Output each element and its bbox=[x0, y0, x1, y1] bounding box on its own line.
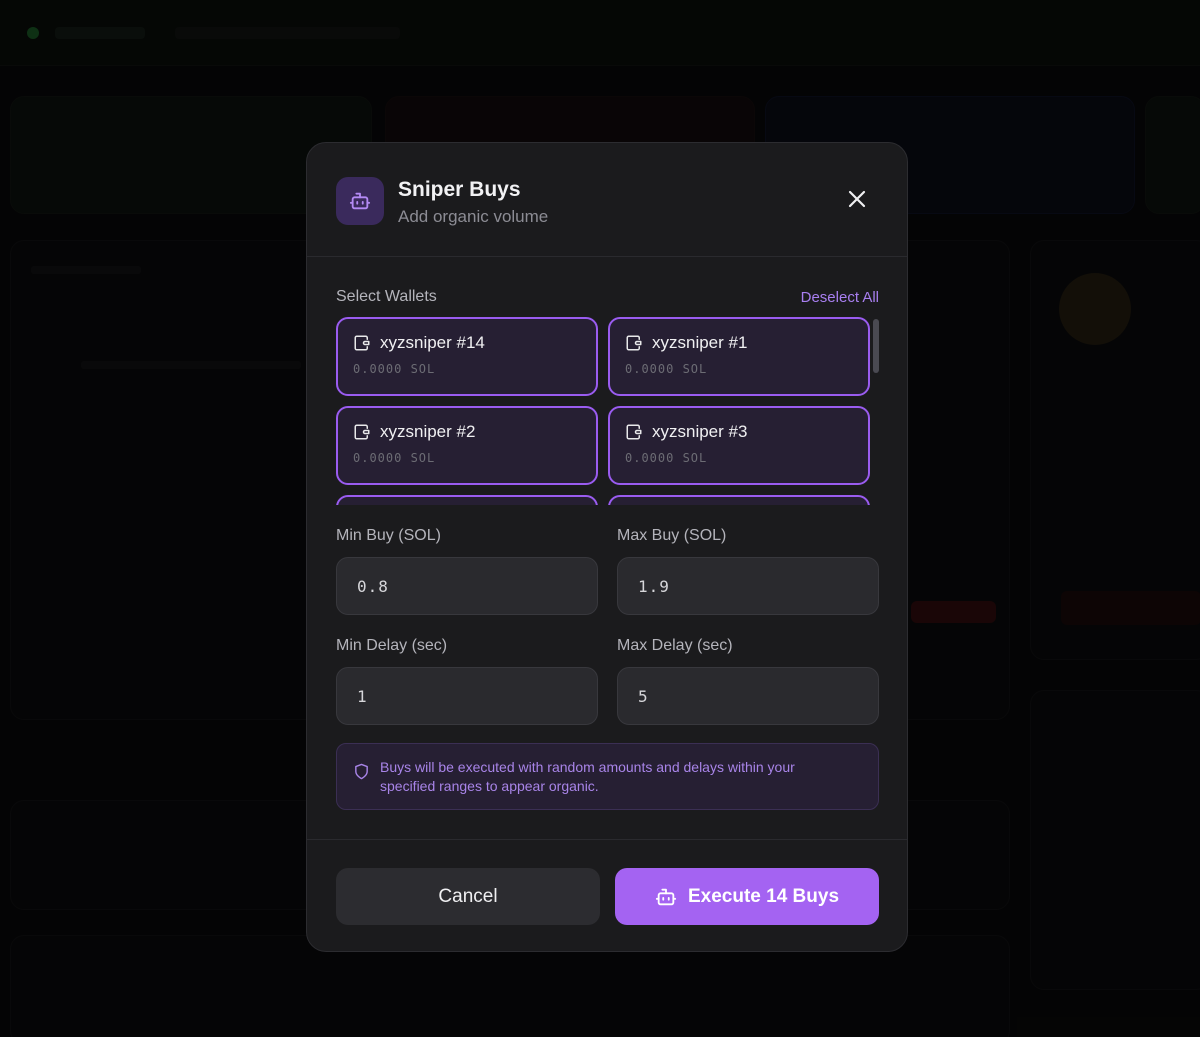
wallet-icon bbox=[626, 335, 642, 351]
info-notice: Buys will be executed with random amount… bbox=[336, 743, 879, 810]
wallet-name: xyzsniper #2 bbox=[380, 422, 476, 441]
wallet-icon bbox=[354, 335, 370, 351]
bot-icon bbox=[336, 177, 384, 225]
max-delay-input[interactable]: 5 bbox=[617, 667, 879, 725]
wallet-name: xyzsniper #1 bbox=[652, 333, 748, 352]
info-text: Buys will be executed with random amount… bbox=[380, 759, 795, 794]
max-delay-label: Max Delay (sec) bbox=[617, 637, 733, 654]
wallet-list-scrollbar[interactable] bbox=[873, 319, 879, 373]
wallet-card[interactable]: xyzsniper #1 0.0000 SOL bbox=[608, 317, 870, 396]
wallet-icon bbox=[354, 424, 370, 440]
modal-title: Sniper Buys bbox=[398, 178, 521, 201]
sniper-buys-modal: Sniper Buys Add organic volume Select Wa… bbox=[306, 142, 908, 952]
close-button[interactable] bbox=[842, 184, 872, 214]
deselect-all-button[interactable]: Deselect All bbox=[801, 289, 879, 306]
max-buy-input[interactable]: 1.9 bbox=[617, 557, 879, 615]
wallet-name: xyzsniper #14 bbox=[380, 333, 485, 352]
min-buy-label: Min Buy (SOL) bbox=[336, 527, 441, 544]
min-delay-input[interactable]: 1 bbox=[336, 667, 598, 725]
wallet-name: xyzsniper #3 bbox=[652, 422, 748, 441]
wallet-balance: 0.0000 SOL bbox=[353, 362, 436, 376]
cancel-button[interactable]: Cancel bbox=[336, 868, 600, 925]
modal-footer: Cancel Execute 14 Buys bbox=[307, 839, 907, 951]
min-delay-label: Min Delay (sec) bbox=[336, 637, 448, 654]
wallet-card-partial[interactable] bbox=[608, 495, 870, 505]
wallet-card-partial[interactable] bbox=[336, 495, 598, 505]
wallet-icon bbox=[626, 424, 642, 440]
wallet-balance: 0.0000 SOL bbox=[625, 362, 708, 376]
modal-subtitle: Add organic volume bbox=[398, 207, 549, 226]
close-icon bbox=[848, 190, 866, 208]
max-buy-label: Max Buy (SOL) bbox=[617, 527, 727, 544]
wallet-balance: 0.0000 SOL bbox=[353, 451, 436, 465]
modal-header: Sniper Buys Add organic volume bbox=[307, 143, 907, 257]
select-wallets-label: Select Wallets bbox=[336, 288, 437, 305]
wallet-card[interactable]: xyzsniper #2 0.0000 SOL bbox=[336, 406, 598, 485]
bot-icon bbox=[655, 886, 677, 908]
wallet-card[interactable]: xyzsniper #14 0.0000 SOL bbox=[336, 317, 598, 396]
min-buy-input[interactable]: 0.8 bbox=[336, 557, 598, 615]
wallet-balance: 0.0000 SOL bbox=[625, 451, 708, 465]
shield-icon bbox=[355, 763, 368, 780]
execute-buys-button[interactable]: Execute 14 Buys bbox=[615, 868, 879, 925]
wallet-list[interactable]: xyzsniper #14 0.0000 SOL xyzsniper #1 0.… bbox=[336, 317, 870, 505]
execute-buys-label: Execute 14 Buys bbox=[687, 885, 840, 907]
wallet-card[interactable]: xyzsniper #3 0.0000 SOL bbox=[608, 406, 870, 485]
